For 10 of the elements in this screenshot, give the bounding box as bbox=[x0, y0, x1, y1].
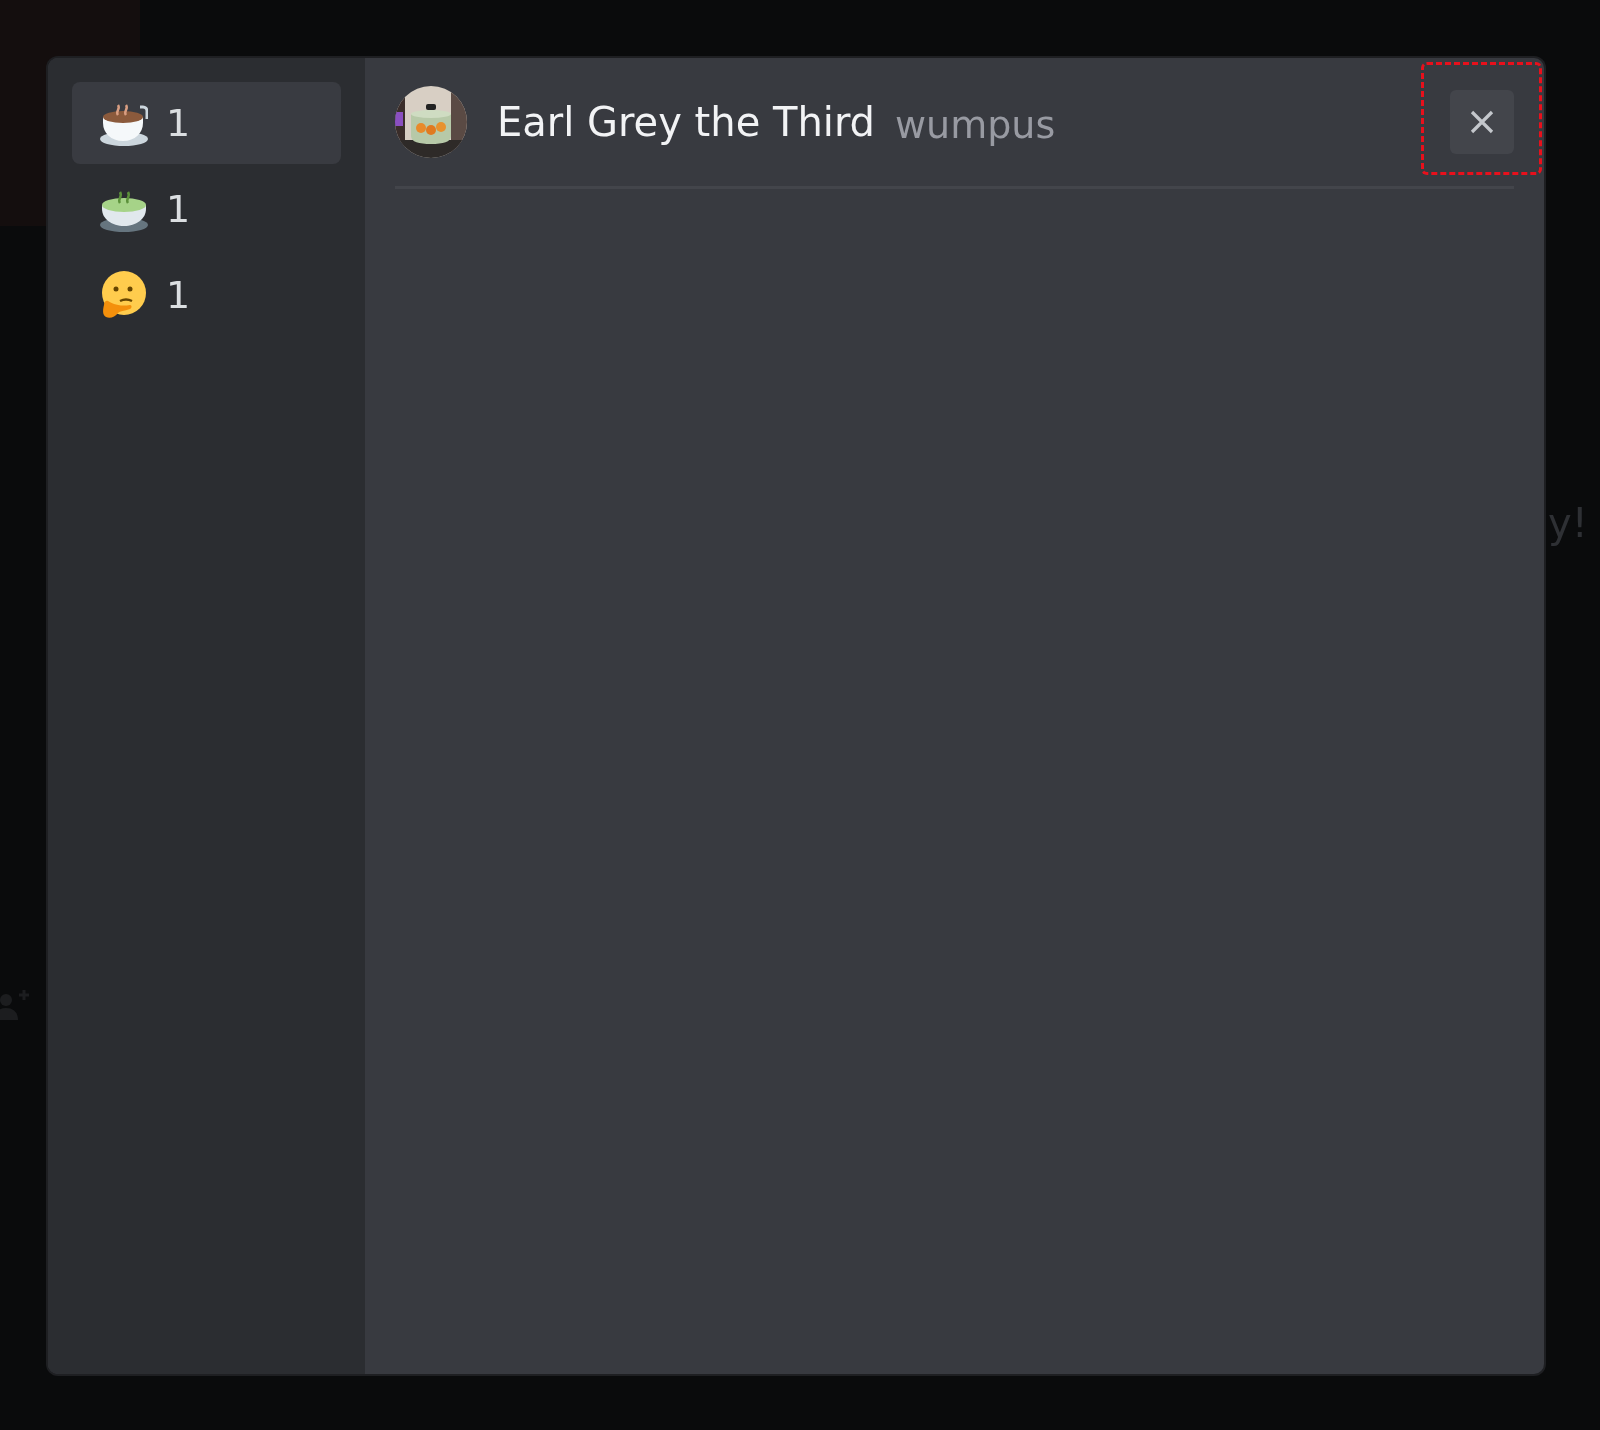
display-name: Earl Grey the Third bbox=[497, 99, 875, 145]
reaction-tab[interactable]: 1 bbox=[72, 254, 341, 336]
close-button[interactable] bbox=[1450, 90, 1514, 154]
username: wumpus bbox=[895, 103, 1056, 147]
thinking-emoji-icon bbox=[100, 271, 148, 319]
reaction-count: 1 bbox=[166, 101, 191, 145]
reaction-count: 1 bbox=[166, 187, 191, 231]
reaction-tab[interactable]: 1 bbox=[72, 168, 341, 250]
reaction-count: 1 bbox=[166, 273, 191, 317]
reaction-tab[interactable]: 1 bbox=[72, 82, 341, 164]
